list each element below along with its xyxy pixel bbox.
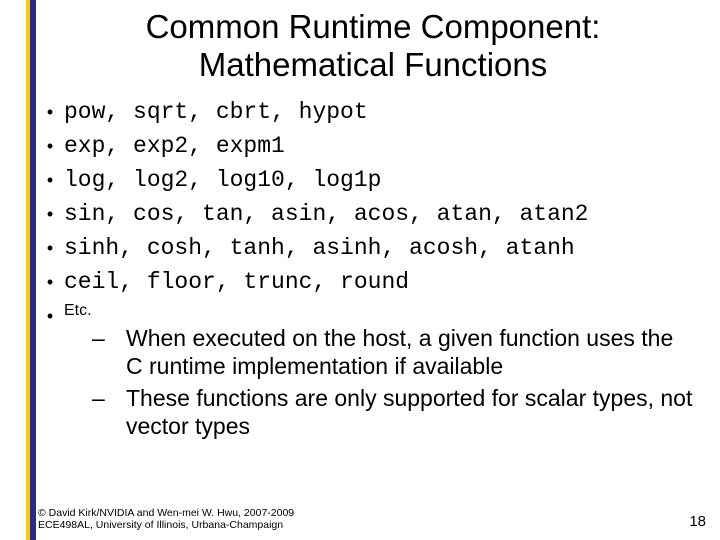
bullet-dot-icon: • bbox=[36, 166, 64, 194]
list-item: • exp, exp2, expm1 bbox=[36, 132, 702, 160]
page-number: 18 bbox=[689, 513, 706, 530]
list-item-text: Etc. bbox=[64, 302, 92, 319]
bullet-list: • pow, sqrt, cbrt, hypot • exp, exp2, ex… bbox=[36, 98, 710, 444]
list-item: • sin, cos, tan, asin, acos, atan, atan2 bbox=[36, 200, 702, 228]
slide-content: Common Runtime Component: Mathematical F… bbox=[36, 0, 710, 540]
list-item-text: ceil, floor, trunc, round bbox=[64, 268, 409, 296]
bullet-dot-icon: • bbox=[36, 234, 64, 262]
dash-icon: – bbox=[64, 384, 126, 412]
list-item-etc: • Etc. – When executed on the host, a gi… bbox=[36, 302, 702, 444]
slide-title: Common Runtime Component: Mathematical F… bbox=[36, 8, 710, 84]
bullet-dot-icon: • bbox=[36, 98, 64, 126]
footer-line-1: © David Kirk/NVIDIA and Wen-mei W. Hwu, … bbox=[38, 507, 294, 519]
title-line-1: Common Runtime Component: bbox=[146, 8, 601, 45]
list-item: • sinh, cosh, tanh, asinh, acosh, atanh bbox=[36, 234, 702, 262]
list-item-text: log, log2, log10, log1p bbox=[64, 166, 381, 194]
title-line-2: Mathematical Functions bbox=[199, 46, 547, 83]
sub-bullet-list: – When executed on the host, a given fun… bbox=[64, 324, 702, 440]
list-item-text: pow, sqrt, cbrt, hypot bbox=[64, 98, 368, 126]
footer-line-2: ECE498AL, University of Illinois, Urbana… bbox=[38, 519, 283, 531]
list-item-text: sinh, cosh, tanh, asinh, acosh, atanh bbox=[64, 234, 575, 262]
bullet-dot-icon: • bbox=[36, 268, 64, 296]
dash-icon: – bbox=[64, 324, 126, 352]
list-item: • pow, sqrt, cbrt, hypot bbox=[36, 98, 702, 126]
footer-copyright: © David Kirk/NVIDIA and Wen-mei W. Hwu, … bbox=[38, 507, 294, 532]
list-item-text: exp, exp2, expm1 bbox=[64, 132, 285, 160]
sub-list-item: – These functions are only supported for… bbox=[64, 384, 702, 440]
bullet-dot-icon: • bbox=[36, 302, 64, 330]
sub-list-item: – When executed on the host, a given fun… bbox=[64, 324, 702, 380]
list-item: • log, log2, log10, log1p bbox=[36, 166, 702, 194]
list-item-text: sin, cos, tan, asin, acos, atan, atan2 bbox=[64, 200, 589, 228]
sub-list-item-text: When executed on the host, a given funct… bbox=[126, 324, 702, 380]
sub-list-item-text: These functions are only supported for s… bbox=[126, 384, 702, 440]
bullet-dot-icon: • bbox=[36, 200, 64, 228]
bullet-dot-icon: • bbox=[36, 132, 64, 160]
list-item: • ceil, floor, trunc, round bbox=[36, 268, 702, 296]
